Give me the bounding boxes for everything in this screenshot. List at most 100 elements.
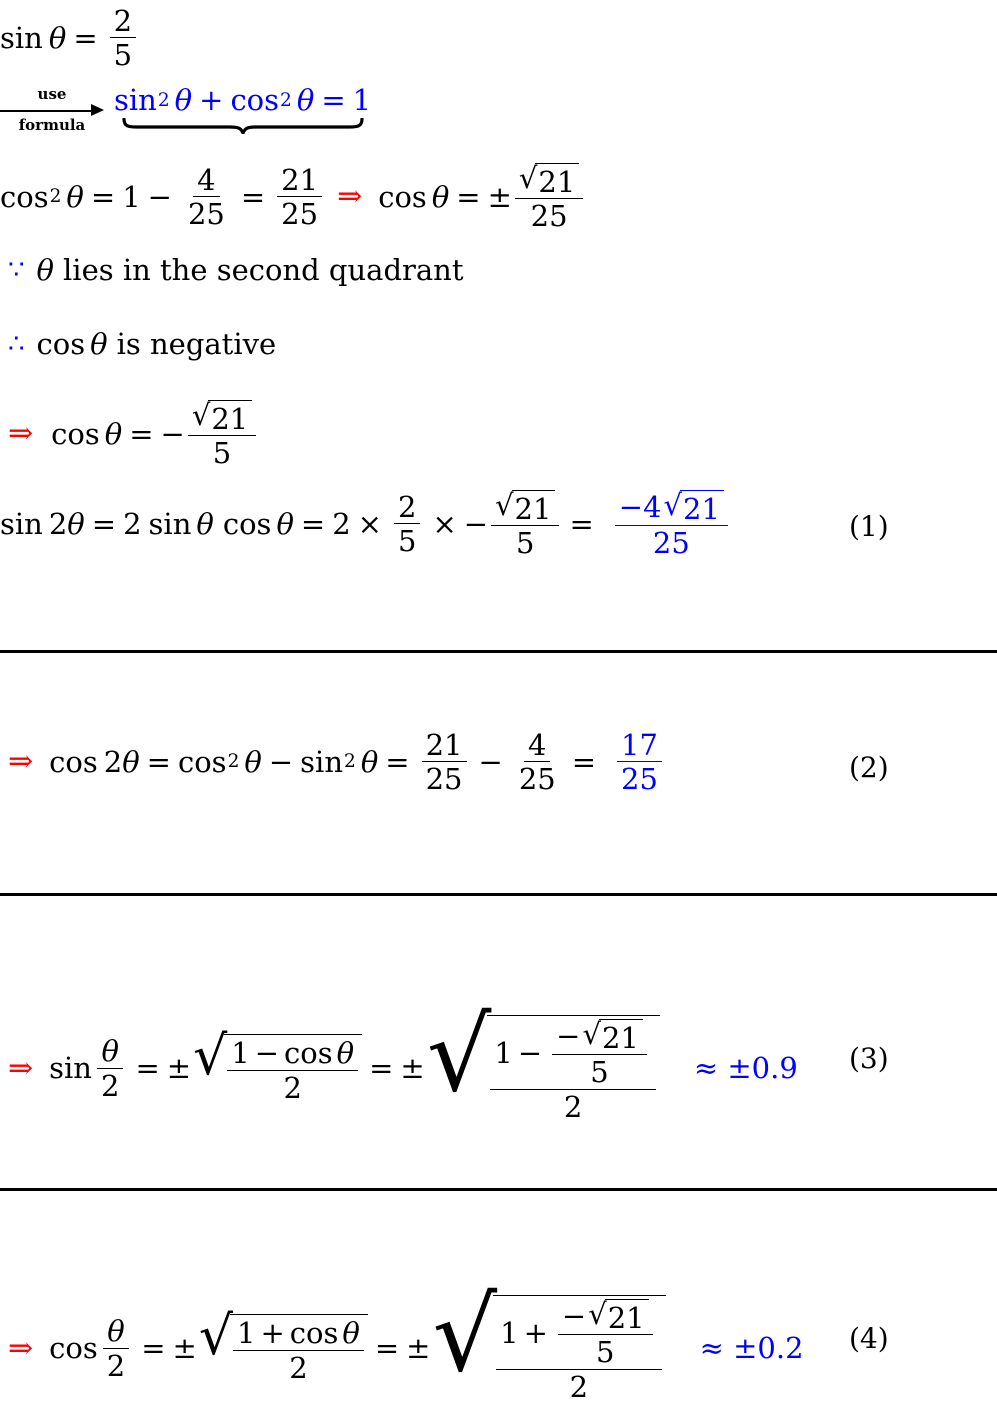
minus-sign: − [561, 1299, 587, 1333]
coefficient-two: 2 [103, 744, 123, 779]
cos-function-label: cos [289, 1316, 339, 1351]
section-divider [0, 1188, 997, 1191]
fraction-numerator: 4 [524, 730, 551, 763]
plus-minus-sign: ± [172, 1331, 197, 1366]
fraction-denominator: 5 [212, 436, 232, 471]
fraction-neg-sqrt21-over-5: − √ 21 5 [552, 1019, 647, 1088]
cos-function-label: cos [378, 179, 427, 214]
fraction-denominator: 25 [621, 762, 658, 797]
fraction-two-fifths: 2 5 [393, 492, 421, 557]
theta-variable: θ [104, 416, 123, 451]
plus-minus-sign: ± [487, 179, 512, 214]
fraction-denominator: 2 [100, 1068, 120, 1103]
fraction-denominator: 5 [590, 1055, 609, 1090]
use-formula-arrow-annotation: use formula [0, 86, 104, 134]
value-one: 1 [494, 1036, 513, 1071]
equals-sign: = [146, 744, 171, 779]
sin-function-label: sin [114, 83, 157, 117]
theta-variable: θ [276, 506, 294, 541]
fraction-theta-over-two: θ 2 [103, 1316, 129, 1381]
fraction-numerator: 21 [421, 730, 467, 763]
result-fraction-sin-2theta: −4 √ 21 25 [614, 490, 728, 559]
math-document-page: sin θ = 2 5 use formula sin 2 θ + cos 2 θ … [0, 0, 997, 1402]
value-one: 1 [500, 1316, 519, 1351]
fraction-denominator: 5 [516, 526, 535, 561]
equation-sin-double-angle: sin 2 θ = 2 sin θ cos θ = 2 × 2 5 × − √ 2… [0, 490, 733, 559]
plus-minus-sign: ± [406, 1331, 431, 1366]
fraction-twentyone-twentyfifths: 21 25 [277, 165, 323, 230]
minus-sign: − [556, 1019, 581, 1053]
plus-minus-sign: ± [166, 1051, 192, 1086]
fraction-denominator: 25 [187, 197, 225, 232]
arrow-shaft [0, 109, 96, 112]
sin-function-label: sin [148, 506, 192, 541]
equals-sign: = [321, 83, 346, 117]
sin-function-label: sin [0, 506, 43, 541]
fraction-numerator: θ [103, 1316, 129, 1349]
right-arrow-icon [0, 103, 104, 117]
fraction-one-plus-cos-over-two: 1 + cos θ 2 [233, 1318, 364, 1383]
fraction-denominator: 2 [283, 1070, 302, 1105]
minus-sign: − [268, 744, 294, 779]
implies-arrow-icon: ⇒ [8, 1330, 34, 1366]
theta-variable: θ [48, 20, 67, 55]
minus-sign: − [147, 179, 172, 214]
section-divider [0, 650, 997, 653]
cos-function-label: cos [49, 1331, 98, 1366]
fraction-denominator: 2 [106, 1348, 126, 1383]
cos-function-label: cos [36, 327, 86, 361]
fraction-numerator: −4 √ 21 [614, 490, 728, 527]
fraction-numerator: 1 + cos θ [233, 1316, 364, 1351]
reason-quadrant: ∵ θ lies in the second quadrant [8, 256, 464, 285]
multiplication-sign: × [432, 506, 457, 541]
equals-sign: = [240, 179, 266, 214]
cos-function-label: cos [284, 1036, 333, 1071]
equals-sign: = [385, 744, 410, 779]
radicand-value: 21 [598, 1019, 643, 1053]
fraction-numerator: 2 [109, 6, 137, 39]
cos-function-label: cos [49, 744, 98, 779]
implies-arrow-icon: ⇒ [8, 1050, 34, 1086]
value-one: 1 [122, 179, 141, 214]
fraction-denominator: 2 [563, 1089, 583, 1124]
implies-arrow-icon: ⇒ [8, 744, 34, 780]
radicand-value: 21 [604, 1299, 649, 1333]
cos-function-label: cos [222, 506, 272, 541]
reason-text: lies in the second quadrant [63, 253, 464, 287]
because-symbol-icon: ∵ [8, 254, 25, 285]
fraction-numerator: 21 [277, 165, 323, 198]
radicand-group: 1 + cos θ 2 [230, 1314, 368, 1383]
coefficient-two: 2 [48, 506, 68, 541]
fraction-numerator: − √ 21 [552, 1019, 647, 1056]
fraction-numerator: 1 − cos θ [227, 1036, 359, 1071]
fraction-four-twentyfifths: 4 25 [184, 165, 229, 230]
fraction-numerator: 17 [617, 730, 662, 763]
fraction-denominator: 25 [425, 762, 463, 797]
square-root-icon: √ 1 + cos θ 2 [199, 1309, 368, 1383]
result-fraction-cos-2theta: 17 25 [617, 730, 662, 795]
square-root-icon: √ 21 [582, 1019, 643, 1053]
pythagorean-identity-step: use formula sin 2 θ + cos 2 θ = 1 [0, 86, 371, 134]
equation-number-1: (1) [849, 510, 889, 543]
equals-sign: = [129, 416, 154, 451]
radicand-value: 21 [680, 490, 724, 524]
minus-sign: − [254, 1036, 280, 1071]
fraction-four-twentyfifths: 4 25 [515, 730, 560, 795]
square-root-icon: √ 21 [519, 163, 580, 197]
radicand-group: 1 + − √ 21 5 2 [493, 1295, 666, 1402]
value-one: 1 [231, 1036, 250, 1071]
fraction-one-minus-cos-over-two: 1 − cos θ 2 [227, 1036, 359, 1105]
coefficient-two: 2 [123, 506, 142, 541]
equation-cos-double-angle: ⇒ cos 2 θ = cos 2 θ − sin 2 θ = 21 25 − 4 … [8, 730, 667, 795]
minus-sign: − [517, 1036, 543, 1071]
theta-variable: θ [67, 506, 85, 541]
fraction-denominator: 25 [518, 762, 556, 797]
equals-sign: = [90, 179, 116, 214]
theta-variable: θ [66, 179, 84, 214]
cos-function-label: cos [230, 83, 280, 117]
equation-number-2: (2) [849, 751, 889, 784]
square-root-icon: √ 1 − − √ 21 5 2 [427, 1004, 660, 1124]
equals-sign: = [374, 1331, 400, 1366]
factor-two: 2 [332, 506, 351, 541]
approximate-value-cos-half: ≈ ±0.2 [699, 1331, 804, 1366]
